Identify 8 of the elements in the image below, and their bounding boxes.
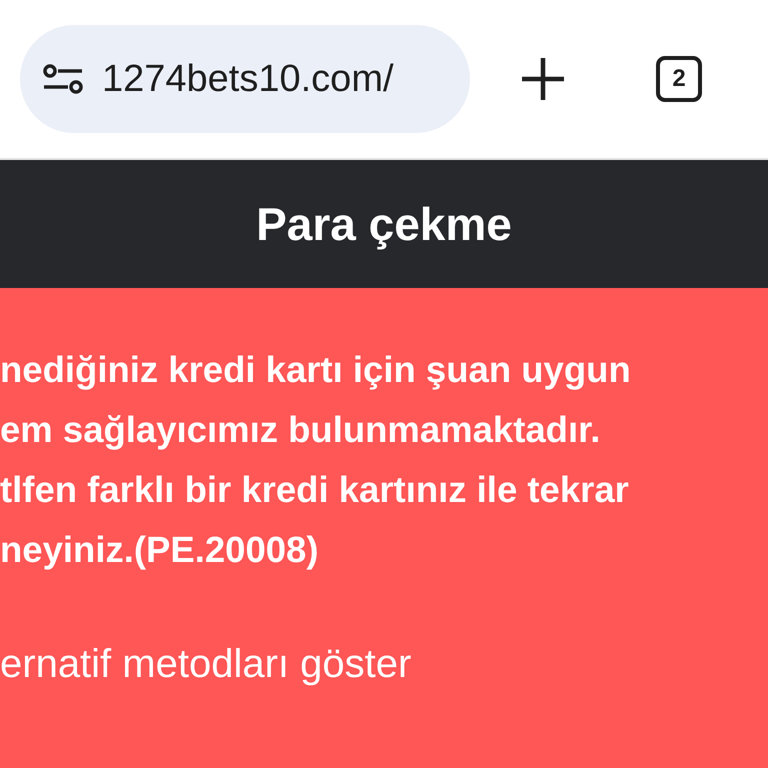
error-message: nediğiniz kredi kartı için şuan uygun em sağlayıcımız bulunmamaktadır. tlfen farklı bir kredi kartınız ile tekrar neyiniz.(PE.20008) [0,348,631,572]
tune-icon[interactable] [42,64,84,94]
url-text[interactable]: 1274bets10.com/ [102,58,394,100]
page-title: Para çekme [256,197,512,251]
new-tab-button[interactable] [520,56,566,102]
tab-count-button[interactable]: 2 [656,56,702,102]
address-bar[interactable]: 1274bets10.com/ [20,25,470,133]
plus-icon [520,56,566,102]
